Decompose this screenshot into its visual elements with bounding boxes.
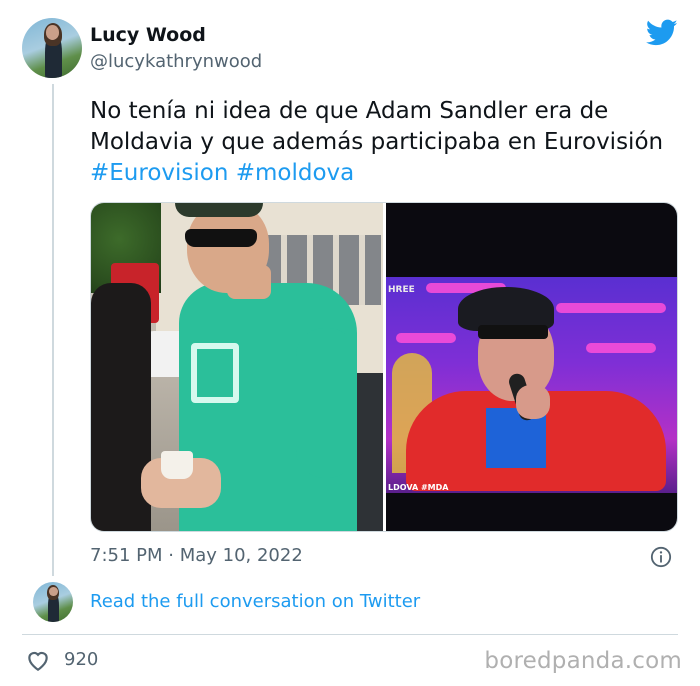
- info-icon[interactable]: [650, 546, 672, 568]
- author-avatar[interactable]: [22, 18, 82, 78]
- tweet-timestamp[interactable]: 7:51 PM · May 10, 2022: [90, 545, 303, 566]
- thread-line: [52, 84, 54, 576]
- read-conversation-link[interactable]: Read the full conversation on Twitter: [90, 591, 420, 612]
- author-handle[interactable]: @lucykathrynwood: [90, 51, 262, 72]
- author-display-name[interactable]: Lucy Wood: [90, 24, 206, 46]
- watermark: boredpanda.com: [484, 648, 682, 674]
- reply-avatar[interactable]: [33, 582, 73, 622]
- tweet-media[interactable]: HREE LDOVA #MDA: [90, 202, 678, 532]
- tweet-text-line-2: Moldavia y que además participaba en Eur…: [90, 129, 664, 155]
- divider: [22, 634, 678, 635]
- broadcast-ticker: LDOVA #MDA: [388, 483, 449, 492]
- tweet-text-line-1: No tenía ni idea de que Adam Sandler era…: [90, 98, 609, 124]
- tweet-text: No tenía ni idea de que Adam Sandler era…: [90, 96, 690, 189]
- like-count: 920: [64, 649, 99, 670]
- heart-icon[interactable]: [25, 648, 51, 672]
- tweet-hashtags[interactable]: #Eurovision #moldova: [90, 158, 690, 189]
- photo-adam-sandler[interactable]: [91, 203, 383, 531]
- photo-eurovision-singer[interactable]: HREE LDOVA #MDA: [386, 203, 677, 531]
- twitter-bird-icon[interactable]: [646, 19, 678, 47]
- broadcast-channel-text: HREE: [388, 285, 415, 295]
